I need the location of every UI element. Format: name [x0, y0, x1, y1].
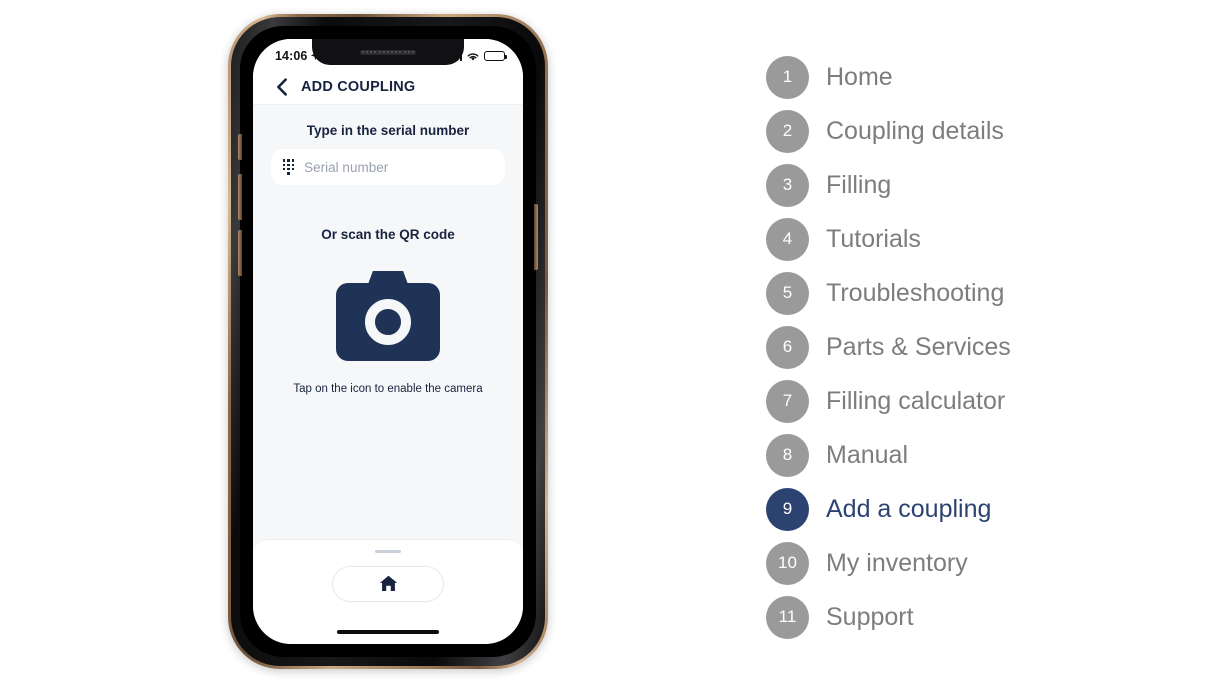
power-button[interactable] — [534, 204, 538, 270]
step-label: Parts & Services — [826, 332, 1011, 361]
home-indicator[interactable] — [337, 629, 439, 634]
phone-bezel: 14:06 ADD COUPLING Type in the serial nu… — [238, 26, 538, 657]
step-number-badge: 4 — [766, 217, 809, 261]
step-label: Tutorials — [826, 224, 921, 253]
step-list: 1 Home 2 Coupling details 3 Filling 4 Tutorials… — [766, 50, 1186, 644]
serial-number-field[interactable] — [271, 149, 505, 185]
step-label: Support — [826, 602, 914, 631]
volume-down-button[interactable] — [238, 230, 242, 276]
phone-notch — [312, 39, 464, 65]
keypad-dots-icon — [283, 159, 295, 175]
camera-lens — [365, 299, 411, 345]
step-label: Add a coupling — [826, 494, 992, 523]
chevron-left-icon — [277, 77, 287, 96]
step-number-badge: 10 — [766, 541, 809, 585]
volume-up-button[interactable] — [238, 174, 242, 220]
phone-mockup: 14:06 ADD COUPLING Type in the serial nu… — [228, 14, 548, 669]
step-number-badge: 8 — [766, 433, 809, 477]
sheet-drag-handle[interactable] — [375, 550, 401, 553]
battery-icon — [484, 50, 507, 62]
step-number-badge: 3 — [766, 163, 809, 207]
camera-icon[interactable] — [336, 271, 440, 361]
silent-switch[interactable] — [238, 134, 242, 160]
step-item-filling[interactable]: 3 Filling — [766, 158, 1186, 212]
step-item-coupling-details[interactable]: 2 Coupling details — [766, 104, 1186, 158]
speaker-grille-icon — [360, 49, 416, 55]
step-number-badge: 6 — [766, 325, 809, 369]
step-number-badge: 2 — [766, 109, 809, 153]
step-label: Home — [826, 62, 893, 91]
back-button[interactable] — [271, 76, 293, 98]
step-item-my-inventory[interactable]: 10 My inventory — [766, 536, 1186, 590]
camera-caption: Tap on the icon to enable the camera — [293, 383, 483, 395]
nav-bar: ADD COUPLING — [253, 69, 523, 105]
bottom-sheet — [253, 539, 523, 644]
status-time-label: 14:06 — [275, 49, 308, 63]
home-button[interactable] — [332, 565, 444, 602]
home-icon — [379, 575, 397, 592]
step-number-badge: 1 — [766, 55, 809, 99]
step-label: Troubleshooting — [826, 278, 1005, 307]
phone-screen: 14:06 ADD COUPLING Type in the serial nu… — [253, 39, 523, 644]
step-label: Coupling details — [826, 116, 1004, 145]
step-label: Filling calculator — [826, 386, 1006, 415]
serial-number-input[interactable] — [304, 159, 493, 175]
step-number-badge: 9 — [766, 487, 809, 531]
step-item-filling-calculator[interactable]: 7 Filling calculator — [766, 374, 1186, 428]
step-item-tutorials[interactable]: 4 Tutorials — [766, 212, 1186, 266]
step-label: Manual — [826, 440, 908, 469]
step-number-badge: 11 — [766, 595, 809, 639]
phone-frame-mid: 14:06 ADD COUPLING Type in the serial nu… — [231, 17, 545, 666]
step-label: My inventory — [826, 548, 968, 577]
page-title: ADD COUPLING — [301, 78, 416, 95]
phone-frame-outer: 14:06 ADD COUPLING Type in the serial nu… — [228, 14, 548, 669]
screen-content: Type in the serial number Or scan the QR… — [253, 105, 523, 554]
step-label: Filling — [826, 170, 892, 199]
step-item-parts-services[interactable]: 6 Parts & Services — [766, 320, 1186, 374]
step-item-support[interactable]: 11 Support — [766, 590, 1186, 644]
step-number-badge: 7 — [766, 379, 809, 423]
serial-number-heading: Type in the serial number — [306, 123, 470, 138]
step-item-troubleshooting[interactable]: 5 Troubleshooting — [766, 266, 1186, 320]
step-item-home[interactable]: 1 Home — [766, 50, 1186, 104]
step-item-manual[interactable]: 8 Manual — [766, 428, 1186, 482]
qr-code-heading: Or scan the QR code — [321, 227, 455, 242]
step-item-add-a-coupling[interactable]: 9 Add a coupling — [766, 482, 1186, 536]
step-number-badge: 5 — [766, 271, 809, 315]
wifi-icon — [467, 52, 479, 61]
